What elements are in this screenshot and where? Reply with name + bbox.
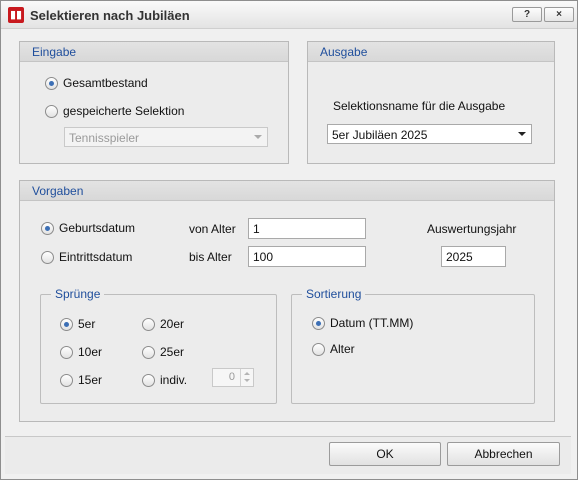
radio-5er[interactable]: 5er [60,317,95,331]
ok-button[interactable]: OK [329,442,441,466]
indiv-stepper[interactable]: 0 [212,368,254,387]
window-title: Selektieren nach Jubiläen [30,8,190,23]
radio-gesamtbestand[interactable]: Gesamtbestand [45,76,148,90]
radio-indicator [312,342,325,356]
radio-indicator [41,250,54,264]
radio-20er-label: 20er [160,317,185,331]
indiv-stepper-value: 0 [228,371,235,383]
radio-indiv-label: indiv. [160,373,188,387]
radio-25er[interactable]: 25er [142,345,184,359]
title-bar: ▮▮ Selektieren nach Jubiläen ? × [1,1,577,29]
radio-geburtsdatum[interactable]: Geburtsdatum [41,221,135,235]
radio-10er[interactable]: 10er [60,345,102,359]
radio-15er[interactable]: 15er [60,373,102,387]
radio-indicator [142,373,155,387]
radio-indiv[interactable]: indiv. [142,373,187,387]
auswertungsjahr-input[interactable]: 2025 [441,246,506,267]
help-button[interactable]: ? [512,7,542,22]
auswertungsjahr-label: Auswertungsjahr [427,222,517,236]
radio-selected-indicator [41,221,54,235]
bis-alter-input[interactable]: 100 [248,246,366,267]
spruenge-title: Sprünge [51,287,105,301]
radio-alter[interactable]: Alter [312,342,355,356]
radio-25er-label: 25er [160,345,185,359]
eingabe-header: Eingabe [20,42,288,62]
chevron-down-icon [518,132,526,136]
vorgaben-header: Vorgaben [20,181,554,201]
radio-selected-indicator [60,317,73,331]
radio-15er-label: 15er [78,373,103,387]
von-alter-input[interactable]: 1 [248,218,366,239]
stepper-arrows[interactable] [240,369,253,386]
radio-10er-label: 10er [78,345,103,359]
selection-combo-value: Tennisspieler [69,131,140,145]
radio-gesamtbestand-label: Gesamtbestand [63,76,148,90]
von-alter-label: von Alter [189,222,236,236]
radio-gespeicherte-selektion[interactable]: gespeicherte Selektion [45,104,184,118]
chevron-down-icon [254,135,262,139]
bis-alter-label: bis Alter [189,250,232,264]
selektionsname-label: Selektionsname für die Ausgabe [333,99,506,113]
radio-indicator [142,345,155,359]
radio-datum[interactable]: Datum (TT.MM) [312,316,413,330]
sortierung-title: Sortierung [302,287,366,301]
radio-selected-indicator [45,76,58,90]
radio-indicator [142,317,155,331]
ausgabe-header: Ausgabe [308,42,554,62]
radio-5er-label: 5er [78,317,96,331]
radio-indicator [45,104,58,118]
chevron-up-icon [244,372,250,375]
selektionsname-value: 5er Jubiläen 2025 [332,128,428,142]
radio-eintrittsdatum[interactable]: Eintrittsdatum [41,250,132,264]
radio-datum-label: Datum (TT.MM) [330,316,414,330]
eingabe-title: Eingabe [32,45,77,59]
radio-eintrittsdatum-label: Eintrittsdatum [59,250,133,264]
radio-indicator [60,345,73,359]
chevron-down-icon [244,379,250,382]
radio-indicator [60,373,73,387]
selektionsname-combo[interactable]: 5er Jubiläen 2025 [327,124,532,144]
app-icon: ▮▮ [8,7,24,23]
radio-20er[interactable]: 20er [142,317,184,331]
close-button[interactable]: × [544,7,574,22]
selection-combo[interactable]: Tennisspieler [64,127,268,147]
ausgabe-title: Ausgabe [320,45,368,59]
vorgaben-title: Vorgaben [32,184,84,198]
radio-alter-label: Alter [330,342,355,356]
radio-selected-indicator [312,316,325,330]
radio-gespeicherte-selektion-label: gespeicherte Selektion [63,104,185,118]
cancel-button[interactable]: Abbrechen [447,442,560,466]
radio-geburtsdatum-label: Geburtsdatum [59,221,136,235]
